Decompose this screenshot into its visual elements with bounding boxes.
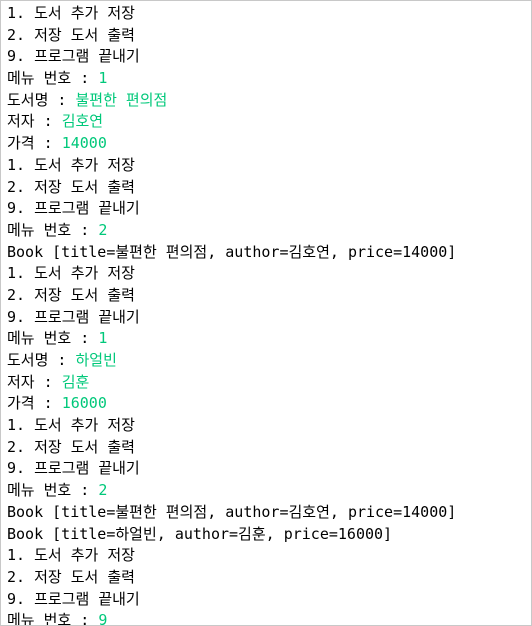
user-input-text: 불편한 편의점 [75,90,168,109]
console-line: 메뉴 번호 : 1 [7,328,531,350]
user-input-text: 14000 [61,134,107,153]
console-line: 저자 : 김호연 [7,111,531,133]
console-line: 1. 도서 추가 저장 [7,415,531,437]
prompt-text: 가격 : [7,394,62,413]
output-text: 9. 프로그램 끝내기 [7,307,140,326]
console-line: 1. 도서 추가 저장 [7,3,531,25]
user-input-text: 하얼빈 [75,351,117,369]
output-text: 9. 프로그램 끝내기 [7,199,140,218]
user-input-text: 2 [98,220,108,239]
console-line: 2. 저장 도서 출력 [7,25,531,47]
console-line: 2. 저장 도서 출력 [7,437,531,459]
output-text: 2. 저장 도서 출력 [7,567,135,586]
prompt-text: 저자 : [7,112,62,131]
user-input-text: 1 [98,69,108,88]
console-line: 2. 저장 도서 출력 [7,285,531,307]
console-line: 1. 도서 추가 저장 [7,263,531,285]
prompt-text: 도서명 : [7,90,76,109]
console-line: 메뉴 번호 : 9 [7,610,531,626]
user-input-text: 1 [98,329,108,348]
output-text: Book [title=하얼빈, author=김훈, price=16000] [7,524,393,543]
console-output[interactable]: 1. 도서 추가 저장 2. 저장 도서 출력 9. 프로그램 끝내기 메뉴 번… [0,0,532,626]
user-input-text: 김호연 [61,112,104,131]
output-text: 9. 프로그램 끝내기 [7,47,140,66]
output-text: Book [title=불편한 편의점, author=김호연, price=1… [7,242,457,261]
console-line: 도서명 : 불편한 편의점 [7,90,531,112]
prompt-text: 가격 : [7,134,62,153]
console-line: 도서명 : 하얼빈 [7,350,531,372]
console-line: 2. 저장 도서 출력 [7,567,531,589]
output-text: 9. 프로그램 끝내기 [7,589,140,608]
output-text: 9. 프로그램 끝내기 [7,459,140,478]
output-text: 2. 저장 도서 출력 [7,437,135,456]
console-line: 메뉴 번호 : 2 [7,220,531,242]
prompt-text: 메뉴 번호 : [7,611,99,626]
output-text: 2. 저장 도서 출력 [7,285,135,304]
console-line: Book [title=하얼빈, author=김훈, price=16000] [7,524,531,546]
prompt-text: 도서명 : [7,351,76,369]
console-line: 9. 프로그램 끝내기 [7,46,531,68]
console-line: Book [title=불편한 편의점, author=김호연, price=1… [7,502,531,524]
console-line: 메뉴 번호 : 1 [7,68,531,90]
user-input-text: 2 [98,481,108,500]
console-line: 9. 프로그램 끝내기 [7,307,531,329]
output-text: 1. 도서 추가 저장 [7,155,135,174]
prompt-text: 메뉴 번호 : [7,69,99,88]
console-line: 가격 : 16000 [7,393,531,415]
console-line: 메뉴 번호 : 2 [7,480,531,502]
output-text: 1. 도서 추가 저장 [7,416,135,435]
user-input-text: 김훈 [61,372,90,391]
prompt-text: 저자 : [7,372,62,391]
prompt-text: 메뉴 번호 : [7,481,99,500]
console-line: 9. 프로그램 끝내기 [7,198,531,220]
console-line: 1. 도서 추가 저장 [7,545,531,567]
console-line: 9. 프로그램 끝내기 [7,589,531,611]
prompt-text: 메뉴 번호 : [7,329,99,348]
prompt-text: 메뉴 번호 : [7,220,99,239]
console-line: Book [title=불편한 편의점, author=김호연, price=1… [7,242,531,264]
console-line: 9. 프로그램 끝내기 [7,458,531,480]
user-input-text: 9 [98,611,108,626]
output-text: 2. 저장 도서 출력 [7,177,135,196]
output-text: 2. 저장 도서 출력 [7,25,135,44]
output-text: 1. 도서 추가 저장 [7,264,135,283]
console-line: 가격 : 14000 [7,133,531,155]
console-line: 2. 저장 도서 출력 [7,177,531,199]
output-text: Book [title=불편한 편의점, author=김호연, price=1… [7,502,457,521]
output-text: 1. 도서 추가 저장 [7,4,135,22]
user-input-text: 16000 [61,394,107,413]
console-line: 저자 : 김훈 [7,372,531,394]
console-line: 1. 도서 추가 저장 [7,155,531,177]
output-text: 1. 도서 추가 저장 [7,546,135,565]
